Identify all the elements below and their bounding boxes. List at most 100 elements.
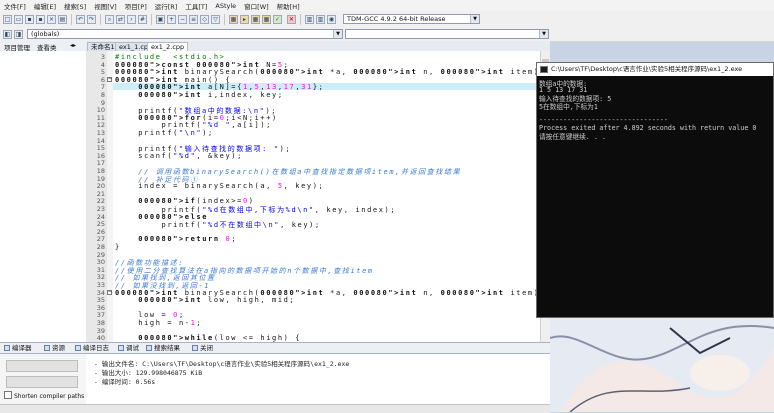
goto-line-icon[interactable]: # xyxy=(138,15,147,24)
line-number-gutter: 3 4 5 6 7 8 9 10 11 12 13 14 15 16 17 18 19 20 21 22 23 24 25 2… xyxy=(86,51,107,342)
bottom-panel-tabs: 编译器 资源 编译日志 调试 搜索结果 关闭 xyxy=(0,342,550,354)
code-editor[interactable]: #include <stdio.h> 000080">const 000080">… xyxy=(113,51,550,342)
tab-resources[interactable]: 资源 xyxy=(44,344,65,353)
check-syntax-icon[interactable]: ✓ xyxy=(273,15,282,24)
print-icon[interactable]: ▤ xyxy=(58,15,67,24)
menu-window[interactable]: 窗口[W] xyxy=(240,1,273,11)
wallpaper-art xyxy=(550,318,774,412)
shorten-paths-label: Shorten compiler paths xyxy=(14,393,85,400)
find-next-icon[interactable]: › xyxy=(127,15,136,24)
compile-log-panel: - 输出文件名: C:\Users\TF\Desktop\c语言作业\实验5相关… xyxy=(86,354,550,404)
tab-ex1-2[interactable]: ex1_2.cpp xyxy=(147,42,189,51)
run-icon[interactable]: ▸ xyxy=(240,15,249,24)
menu-file[interactable]: 文件[F] xyxy=(0,1,30,11)
menu-edit[interactable]: 编辑[E] xyxy=(30,1,60,11)
code-line[interactable]: 000080">int low, high, mid; xyxy=(115,296,295,304)
toggle-comment-icon[interactable]: ◨ xyxy=(14,30,23,39)
member-select[interactable]: ▼ xyxy=(345,29,549,39)
secondary-button[interactable] xyxy=(6,376,78,388)
chart-icon[interactable]: ▥ xyxy=(316,15,325,24)
redo-icon[interactable]: ↷ xyxy=(87,15,96,24)
chevron-down-icon: ▼ xyxy=(470,15,479,23)
project-add-icon[interactable]: + xyxy=(167,15,176,24)
stop-icon[interactable]: ✕ xyxy=(287,15,296,24)
fold-toggle-icon[interactable]: − xyxy=(107,289,112,295)
class-icon[interactable]: ◇ xyxy=(200,15,209,24)
menu-run[interactable]: 运行[R] xyxy=(151,1,182,11)
scope-select-value: (globals) xyxy=(31,30,60,38)
debug-icon[interactable]: ◉ xyxy=(327,15,336,24)
console-icon xyxy=(540,66,548,73)
menu-project[interactable]: 项目[P] xyxy=(121,1,151,11)
tab-compiler[interactable]: 编译器 xyxy=(4,344,32,353)
save-icon[interactable]: ▪ xyxy=(25,15,34,24)
code-line[interactable]: scanf("%d", &key); xyxy=(115,152,243,160)
project-tree[interactable] xyxy=(0,51,87,342)
tab-resources-label: 资源 xyxy=(52,344,65,352)
abort-compile-button[interactable] xyxy=(6,360,78,372)
undo-icon[interactable]: ↶ xyxy=(76,15,85,24)
tab-compile-log-label: 编译日志 xyxy=(83,344,109,352)
code-line[interactable]: 000080">int i,index, key; xyxy=(115,91,284,99)
tab-compile-log[interactable]: 编译日志 xyxy=(75,344,109,353)
tab-debug-label: 调试 xyxy=(126,344,139,352)
close-file-icon[interactable]: × xyxy=(47,15,56,24)
find-icon[interactable]: ⌕ xyxy=(105,15,114,24)
profile-icon[interactable]: ▥ xyxy=(305,15,314,24)
code-line[interactable]: high = n-1; xyxy=(115,319,202,327)
project-options-icon[interactable]: ≡ xyxy=(189,15,198,24)
console-line: 请按任意键继续. . . xyxy=(539,133,606,142)
console-output: 数组a中的数据: 1 5 13 17 31 输入待查找的数据项: 5 5在数组中,下标… xyxy=(537,76,773,317)
tab-untitled1[interactable]: 未命名1 xyxy=(87,42,119,51)
menu-search[interactable]: 搜索[S] xyxy=(60,1,90,11)
tab-search-results[interactable]: 搜索结果 xyxy=(146,344,180,353)
save-all-icon[interactable]: ▪ xyxy=(36,15,45,24)
menu-tools[interactable]: 工具[T] xyxy=(181,1,211,11)
chevron-down-icon: ▼ xyxy=(539,30,548,38)
replace-icon[interactable]: ⇄ xyxy=(116,15,125,24)
console-title: C:\Users\TF\Desktop\c语言作业\实验5相关程序源码\ex1_… xyxy=(551,65,743,73)
project-remove-icon[interactable]: − xyxy=(178,15,187,24)
resources-icon xyxy=(44,345,50,351)
panel-arrow-icon[interactable]: ◂▸ xyxy=(70,42,76,49)
menu-view[interactable]: 视图[V] xyxy=(90,1,121,11)
compile-icon[interactable]: ▦ xyxy=(229,15,238,24)
project-new-icon[interactable]: ▣ xyxy=(156,15,165,24)
rebuild-icon[interactable]: ▦ xyxy=(262,15,271,24)
code-line[interactable]: } xyxy=(115,243,121,251)
shorten-paths-checkbox[interactable]: Shorten compiler paths xyxy=(4,391,84,400)
menu-help[interactable]: 帮助[H] xyxy=(273,1,304,11)
tab-close-label: 关闭 xyxy=(200,344,213,352)
close-icon xyxy=(192,345,198,351)
log-line: - 编译时间: 0.56s xyxy=(94,378,156,386)
scope-select[interactable]: (globals) ▼ xyxy=(27,29,343,39)
compiler-select-value: TDM-GCC 4.9.2 64-bit Release xyxy=(347,15,446,23)
tab-close[interactable]: 关闭 xyxy=(192,344,213,353)
code-line[interactable]: 000080">return 0; xyxy=(115,235,237,243)
chevron-down-icon: ▼ xyxy=(333,30,342,38)
compile-run-icon[interactable]: ▦ xyxy=(251,15,260,24)
scope-toolbar: ◧ ◨ (globals) ▼ ▼ xyxy=(0,28,774,42)
compile-log-icon xyxy=(75,345,81,351)
console-titlebar[interactable]: C:\Users\TF\Desktop\c语言作业\实验5相关程序源码\ex1_… xyxy=(537,63,773,77)
menu-bar: 文件[F] 编辑[E] 搜索[S] 视图[V] 项目[P] 运行[R] 工具[T… xyxy=(0,0,774,11)
tab-compiler-label: 编译器 xyxy=(12,344,32,352)
code-line[interactable]: printf("\n"); xyxy=(115,129,214,137)
menu-astyle[interactable]: AStyle xyxy=(211,2,240,10)
desktop-wallpaper xyxy=(550,318,774,412)
code-line[interactable]: 000080">while(low <= high) { xyxy=(115,334,301,342)
open-icon[interactable]: ▭ xyxy=(14,15,23,24)
fold-toggle-icon[interactable]: − xyxy=(107,76,112,82)
new-file-icon[interactable]: □ xyxy=(3,15,12,24)
checkbox-box[interactable] xyxy=(4,391,12,399)
debug-tab-icon xyxy=(118,345,124,351)
tab-debug[interactable]: 调试 xyxy=(118,344,139,353)
code-line[interactable]: printf("%d不在数组中\n", key); xyxy=(115,220,321,230)
code-line[interactable]: index = binarySearch(a, 5, key); xyxy=(115,182,324,190)
bookmark-icon[interactable]: ▽ xyxy=(211,15,220,24)
tab-search-results-label: 搜索结果 xyxy=(154,344,180,352)
search-icon xyxy=(146,345,152,351)
insert-icon[interactable]: ◧ xyxy=(3,30,12,39)
console-line: 5在数组中,下标为1 xyxy=(539,102,598,111)
compiler-select[interactable]: TDM-GCC 4.9.2 64-bit Release ▼ xyxy=(343,14,480,24)
